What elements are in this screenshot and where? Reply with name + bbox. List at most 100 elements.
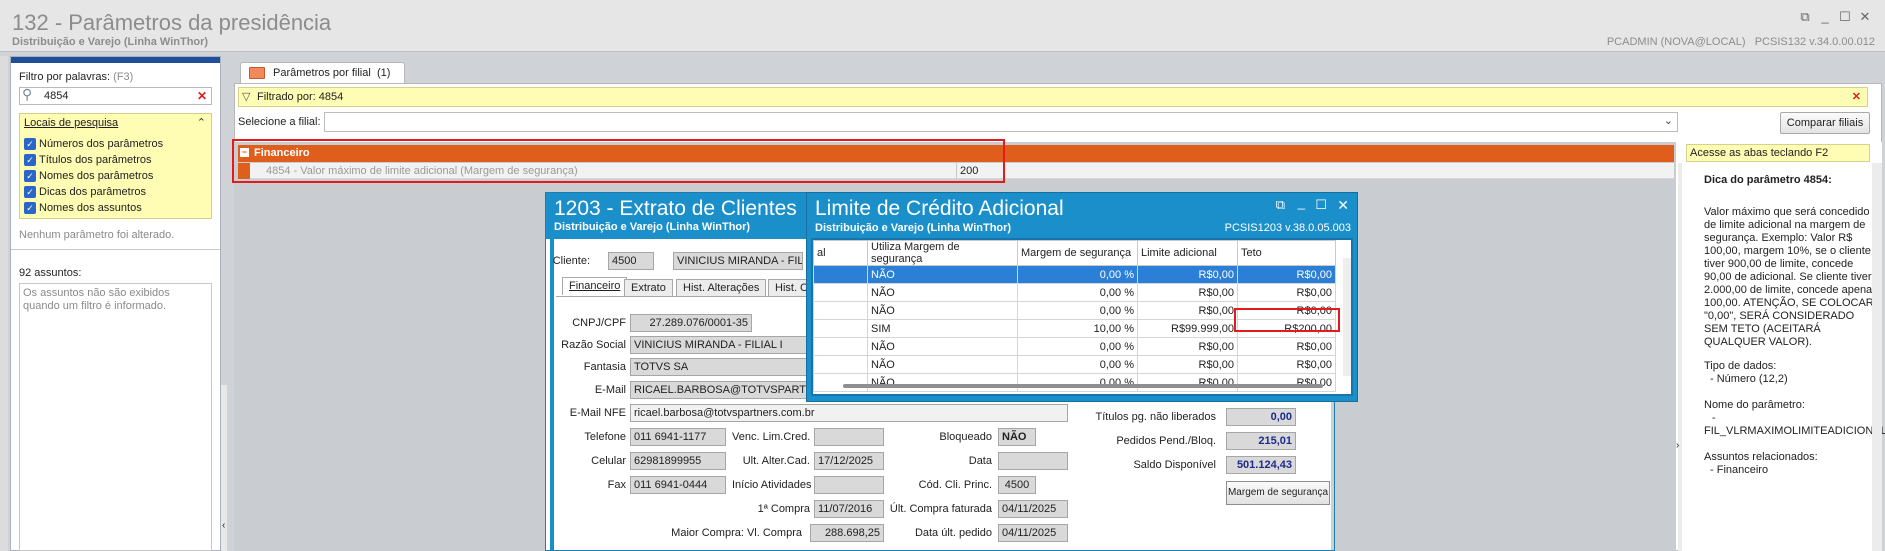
search-locations-title: Locais de pesquisa bbox=[24, 117, 119, 129]
client-name-field[interactable]: VINICIUS MIRANDA - FILIAL bbox=[673, 252, 803, 270]
maximize-icon[interactable]: ☐ bbox=[1315, 197, 1327, 213]
checkbox-icon[interactable]: ✓ bbox=[24, 202, 36, 214]
available-balance-field[interactable]: 501.124,43 bbox=[1226, 456, 1296, 474]
max-purchase-label: Maior Compra: Vl. Compra bbox=[671, 527, 802, 539]
tab-params-by-branch[interactable]: Parâmetros por filial (1) bbox=[240, 62, 405, 84]
help-scrollbar[interactable] bbox=[1872, 163, 1882, 551]
first-purchase-field[interactable]: 11/07/2016 bbox=[814, 500, 884, 518]
param-name-dash: - bbox=[1712, 412, 1716, 424]
fantasia-field[interactable]: TOTVS SA bbox=[630, 358, 820, 376]
tab-extrato[interactable]: Extrato bbox=[624, 279, 673, 297]
search-input[interactable]: ⚲ 4854 ✕ bbox=[19, 86, 212, 105]
location-option[interactable]: ✓ Números dos parâmetros bbox=[24, 136, 163, 152]
table-row[interactable]: NÃO 0,00 % R$0,00 R$0,00 bbox=[813, 355, 1336, 374]
last-change-field[interactable]: 17/12/2025 bbox=[814, 452, 884, 470]
minimize-icon[interactable]: _ bbox=[1817, 10, 1833, 24]
venc-field[interactable] bbox=[814, 428, 884, 446]
help-tip-text: Acesse as abas teclando F2 bbox=[1690, 147, 1829, 159]
column-header[interactable]: Margem de segurança bbox=[1017, 240, 1138, 266]
tab-financeiro[interactable]: Financeiro bbox=[562, 277, 628, 295]
window-titlebar: 132 - Parâmetros da presidência Distribu… bbox=[0, 0, 1885, 52]
location-option[interactable]: ✓ Nomes dos parâmetros bbox=[24, 168, 163, 184]
blocked-label: Bloqueado bbox=[939, 431, 992, 443]
titles-field[interactable]: 0,00 bbox=[1226, 408, 1296, 426]
blocked-field[interactable]: NÃO bbox=[998, 428, 1036, 446]
checkbox-icon[interactable]: ✓ bbox=[24, 138, 36, 150]
cnpj-field[interactable]: 27.289.076/0001-35 bbox=[630, 314, 752, 332]
cell: R$0,00 bbox=[1137, 283, 1238, 302]
date-label: Data bbox=[968, 455, 992, 467]
clear-search-icon[interactable]: ✕ bbox=[197, 89, 207, 103]
checkbox-icon[interactable]: ✓ bbox=[24, 154, 36, 166]
column-header[interactable]: Limite adicional bbox=[1137, 240, 1238, 266]
compare-branches-button[interactable]: Comparar filiais bbox=[1780, 112, 1870, 134]
subjects-list[interactable]: Os assuntos não são exibidos quando um f… bbox=[19, 283, 212, 551]
table-row[interactable]: NÃO 0,00 % R$0,00 R$0,00 bbox=[813, 337, 1336, 356]
location-option[interactable]: ✓ Nomes dos assuntos bbox=[24, 200, 163, 216]
tab-hist-alteracoes[interactable]: Hist. Alterações bbox=[676, 279, 767, 297]
limite-title: Limite de Crédito Adicional bbox=[815, 197, 1064, 220]
minimize-icon[interactable]: _ bbox=[1298, 195, 1305, 210]
collapse-icon[interactable]: ⌃ bbox=[197, 116, 206, 129]
cell: 0,00 % bbox=[1017, 283, 1138, 302]
column-header[interactable]: Teto bbox=[1237, 240, 1336, 266]
table-row[interactable]: NÃO 0,00 % R$0,00 R$0,00 bbox=[813, 265, 1336, 284]
activity-start-field[interactable] bbox=[814, 476, 884, 494]
help-panel: Dica do parâmetro 4854: Valor máximo que… bbox=[1682, 142, 1885, 551]
extrato-title: 1203 - Extrato de Clientes bbox=[554, 197, 797, 220]
grid-vertical-scrollbar[interactable] bbox=[1343, 258, 1351, 376]
table-row[interactable]: NÃO 0,00 % R$0,00 R$0,00 bbox=[813, 373, 1336, 392]
grid-horizontal-scrollbar[interactable] bbox=[843, 384, 1323, 388]
safety-margin-button[interactable]: Margem de segurança bbox=[1226, 481, 1330, 505]
mobile-field[interactable]: 62981899955 bbox=[630, 452, 726, 470]
close-icon[interactable]: ✕ bbox=[1337, 197, 1349, 214]
clear-filter-icon[interactable]: ✕ bbox=[1852, 90, 1861, 103]
restore-icon[interactable]: ⧉ bbox=[1276, 197, 1285, 213]
client-code-field[interactable]: 4500 bbox=[608, 252, 654, 270]
related-subjects-value: - Financeiro bbox=[1710, 464, 1769, 476]
location-option[interactable]: ✓ Títulos dos parâmetros bbox=[24, 152, 163, 168]
cell: 0,00 % bbox=[1017, 373, 1138, 392]
chevron-down-icon[interactable]: ⌄ bbox=[1664, 114, 1673, 127]
close-icon[interactable]: ✕ bbox=[1857, 10, 1873, 24]
window-title: 132 - Parâmetros da presidência bbox=[12, 10, 332, 35]
column-header[interactable]: al bbox=[813, 240, 868, 266]
cnpj-label: CNPJ/CPF bbox=[572, 317, 626, 329]
divider bbox=[11, 249, 220, 250]
pending-orders-field[interactable]: 215,01 bbox=[1226, 432, 1296, 450]
splitter-arrow-icon[interactable]: › bbox=[1676, 440, 1679, 451]
cell: NÃO bbox=[867, 373, 1018, 392]
cell: 0,00 % bbox=[1017, 301, 1138, 320]
fax-field[interactable]: 011 6941-0444 bbox=[630, 476, 726, 494]
restore-icon[interactable]: ⧉ bbox=[1797, 10, 1813, 24]
branch-select[interactable]: ⌄ bbox=[324, 112, 1678, 132]
tab-label: Parâmetros por filial (1) bbox=[273, 67, 391, 79]
razao-label: Razão Social bbox=[561, 339, 626, 351]
data-type-value: - Número (12,2) bbox=[1710, 373, 1788, 385]
checkbox-icon[interactable]: ✓ bbox=[24, 170, 36, 182]
date-field[interactable] bbox=[998, 452, 1068, 470]
last-invoiced-field[interactable]: 04/11/2025 bbox=[998, 500, 1068, 518]
max-purchase-field[interactable]: 288.698,25 bbox=[810, 524, 884, 542]
column-header[interactable]: Utiliza Margem de segurança bbox=[867, 240, 1018, 266]
maximize-icon[interactable]: ☐ bbox=[1837, 10, 1853, 24]
cell: R$0,00 bbox=[1137, 337, 1238, 356]
window-subtitle: Distribuição e Varejo (Linha WinThor) bbox=[12, 36, 209, 48]
subjects-note: Os assuntos não são exibidos quando um f… bbox=[23, 287, 170, 312]
email-field[interactable]: RICAEL.BARBOSA@TOTVSPARTNERS bbox=[630, 381, 820, 399]
help-tip: Acesse as abas teclando F2 bbox=[1686, 144, 1870, 162]
cell: R$0,00 bbox=[1237, 283, 1336, 302]
email-nfe-field[interactable]: ricael.barbosa@totvspartners.com.br bbox=[630, 404, 1068, 422]
table-row[interactable]: NÃO 0,00 % R$0,00 R$0,00 bbox=[813, 283, 1336, 302]
folder-icon bbox=[249, 67, 265, 79]
razao-field[interactable]: VINICIUS MIRANDA - FILIAL I bbox=[630, 336, 820, 354]
cell: NÃO bbox=[867, 283, 1018, 302]
filter-text: Filtrado por: 4854 bbox=[257, 91, 344, 103]
main-client-code-field[interactable]: 4500 bbox=[998, 476, 1036, 494]
last-order-date-field[interactable]: 04/11/2025 bbox=[998, 524, 1068, 542]
related-subjects-label: Assuntos relacionados: bbox=[1704, 451, 1818, 463]
checkbox-icon[interactable]: ✓ bbox=[24, 186, 36, 198]
phone-field[interactable]: 011 6941-1177 bbox=[630, 428, 726, 446]
splitter-arrow-icon[interactable]: ‹ bbox=[222, 520, 225, 531]
location-option[interactable]: ✓ Dicas dos parâmetros bbox=[24, 184, 163, 200]
